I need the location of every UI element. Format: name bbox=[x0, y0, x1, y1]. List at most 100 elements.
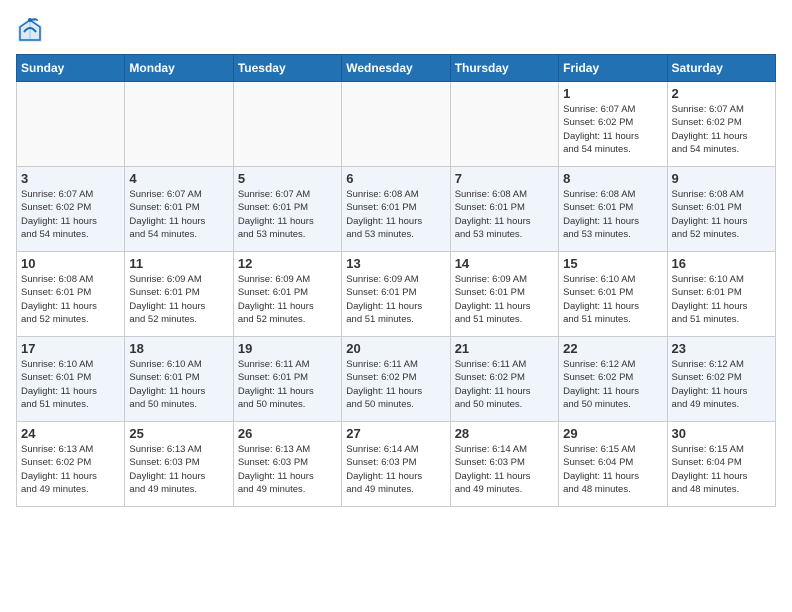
day-number: 9 bbox=[672, 171, 771, 186]
day-number: 17 bbox=[21, 341, 120, 356]
day-number: 13 bbox=[346, 256, 445, 271]
calendar-body: 1 Sunrise: 6:07 AM Sunset: 6:02 PM Daylig… bbox=[17, 82, 776, 507]
day-number: 18 bbox=[129, 341, 228, 356]
day-number: 26 bbox=[238, 426, 337, 441]
day-info: Sunrise: 6:12 AM Sunset: 6:02 PM Dayligh… bbox=[563, 358, 662, 411]
day-of-week-header: Wednesday bbox=[342, 55, 450, 82]
day-of-week-header: Sunday bbox=[17, 55, 125, 82]
day-number: 25 bbox=[129, 426, 228, 441]
calendar-cell: 19 Sunrise: 6:11 AM Sunset: 6:01 PM Dayli… bbox=[233, 337, 341, 422]
calendar-cell: 21 Sunrise: 6:11 AM Sunset: 6:02 PM Dayli… bbox=[450, 337, 558, 422]
day-number: 11 bbox=[129, 256, 228, 271]
calendar-cell: 27Sunrise: 6:14 AM Sunset: 6:03 PM Dayli… bbox=[342, 422, 450, 507]
calendar-cell: 1 Sunrise: 6:07 AM Sunset: 6:02 PM Daylig… bbox=[559, 82, 667, 167]
calendar-cell: 16 Sunrise: 6:10 AM Sunset: 6:01 PM Dayli… bbox=[667, 252, 775, 337]
day-info: Sunrise: 6:08 AM Sunset: 6:01 PM Dayligh… bbox=[346, 188, 445, 241]
day-number: 3 bbox=[21, 171, 120, 186]
calendar-cell: 25 Sunrise: 6:13 AM Sunset: 6:03 PM Dayli… bbox=[125, 422, 233, 507]
day-number: 22 bbox=[563, 341, 662, 356]
day-info: Sunrise: 6:08 AM Sunset: 6:01 PM Dayligh… bbox=[455, 188, 554, 241]
calendar-cell bbox=[125, 82, 233, 167]
day-info: Sunrise: 6:13 AM Sunset: 6:03 PM Dayligh… bbox=[238, 443, 337, 496]
calendar-cell: 3 Sunrise: 6:07 AM Sunset: 6:02 PM Daylig… bbox=[17, 167, 125, 252]
day-header-row: SundayMondayTuesdayWednesdayThursdayFrid… bbox=[17, 55, 776, 82]
logo-icon bbox=[16, 16, 44, 44]
day-number: 8 bbox=[563, 171, 662, 186]
day-number: 16 bbox=[672, 256, 771, 271]
calendar-cell: 10Sunrise: 6:08 AM Sunset: 6:01 PM Dayli… bbox=[17, 252, 125, 337]
calendar-cell: 22 Sunrise: 6:12 AM Sunset: 6:02 PM Dayli… bbox=[559, 337, 667, 422]
calendar-cell bbox=[17, 82, 125, 167]
day-info: Sunrise: 6:11 AM Sunset: 6:01 PM Dayligh… bbox=[238, 358, 337, 411]
calendar-table: SundayMondayTuesdayWednesdayThursdayFrid… bbox=[16, 54, 776, 507]
day-number: 28 bbox=[455, 426, 554, 441]
day-info: Sunrise: 6:07 AM Sunset: 6:01 PM Dayligh… bbox=[238, 188, 337, 241]
calendar-cell: 17 Sunrise: 6:10 AM Sunset: 6:01 PM Dayli… bbox=[17, 337, 125, 422]
day-info: Sunrise: 6:15 AM Sunset: 6:04 PM Dayligh… bbox=[563, 443, 662, 496]
day-info: Sunrise: 6:08 AM Sunset: 6:01 PM Dayligh… bbox=[21, 273, 120, 326]
day-number: 4 bbox=[129, 171, 228, 186]
day-number: 29 bbox=[563, 426, 662, 441]
day-info: Sunrise: 6:07 AM Sunset: 6:02 PM Dayligh… bbox=[21, 188, 120, 241]
day-info: Sunrise: 6:10 AM Sunset: 6:01 PM Dayligh… bbox=[21, 358, 120, 411]
day-info: Sunrise: 6:08 AM Sunset: 6:01 PM Dayligh… bbox=[563, 188, 662, 241]
calendar-cell: 23 Sunrise: 6:12 AM Sunset: 6:02 PM Dayli… bbox=[667, 337, 775, 422]
calendar-cell: 9Sunrise: 6:08 AM Sunset: 6:01 PM Daylig… bbox=[667, 167, 775, 252]
calendar-cell: 30 Sunrise: 6:15 AM Sunset: 6:04 PM Dayli… bbox=[667, 422, 775, 507]
calendar-cell: 28 Sunrise: 6:14 AM Sunset: 6:03 PM Dayli… bbox=[450, 422, 558, 507]
calendar-cell bbox=[342, 82, 450, 167]
day-info: Sunrise: 6:12 AM Sunset: 6:02 PM Dayligh… bbox=[672, 358, 771, 411]
calendar-cell: 18 Sunrise: 6:10 AM Sunset: 6:01 PM Dayli… bbox=[125, 337, 233, 422]
day-info: Sunrise: 6:07 AM Sunset: 6:02 PM Dayligh… bbox=[672, 103, 771, 156]
calendar-cell: 15Sunrise: 6:10 AM Sunset: 6:01 PM Dayli… bbox=[559, 252, 667, 337]
day-info: Sunrise: 6:11 AM Sunset: 6:02 PM Dayligh… bbox=[455, 358, 554, 411]
calendar-cell: 6 Sunrise: 6:08 AM Sunset: 6:01 PM Daylig… bbox=[342, 167, 450, 252]
calendar-cell: 14Sunrise: 6:09 AM Sunset: 6:01 PM Dayli… bbox=[450, 252, 558, 337]
day-info: Sunrise: 6:09 AM Sunset: 6:01 PM Dayligh… bbox=[238, 273, 337, 326]
day-number: 30 bbox=[672, 426, 771, 441]
calendar-cell: 20 Sunrise: 6:11 AM Sunset: 6:02 PM Dayli… bbox=[342, 337, 450, 422]
day-of-week-header: Tuesday bbox=[233, 55, 341, 82]
week-row: 17 Sunrise: 6:10 AM Sunset: 6:01 PM Dayli… bbox=[17, 337, 776, 422]
day-of-week-header: Thursday bbox=[450, 55, 558, 82]
calendar-cell: 8 Sunrise: 6:08 AM Sunset: 6:01 PM Daylig… bbox=[559, 167, 667, 252]
calendar-cell: 11 Sunrise: 6:09 AM Sunset: 6:01 PM Dayli… bbox=[125, 252, 233, 337]
day-number: 2 bbox=[672, 86, 771, 101]
day-info: Sunrise: 6:10 AM Sunset: 6:01 PM Dayligh… bbox=[563, 273, 662, 326]
calendar-cell: 12 Sunrise: 6:09 AM Sunset: 6:01 PM Dayli… bbox=[233, 252, 341, 337]
day-info: Sunrise: 6:07 AM Sunset: 6:02 PM Dayligh… bbox=[563, 103, 662, 156]
day-info: Sunrise: 6:13 AM Sunset: 6:03 PM Dayligh… bbox=[129, 443, 228, 496]
day-number: 7 bbox=[455, 171, 554, 186]
day-number: 24 bbox=[21, 426, 120, 441]
day-info: Sunrise: 6:07 AM Sunset: 6:01 PM Dayligh… bbox=[129, 188, 228, 241]
day-info: Sunrise: 6:11 AM Sunset: 6:02 PM Dayligh… bbox=[346, 358, 445, 411]
week-row: 24Sunrise: 6:13 AM Sunset: 6:02 PM Dayli… bbox=[17, 422, 776, 507]
calendar-cell: 4 Sunrise: 6:07 AM Sunset: 6:01 PM Daylig… bbox=[125, 167, 233, 252]
day-info: Sunrise: 6:14 AM Sunset: 6:03 PM Dayligh… bbox=[455, 443, 554, 496]
week-row: 1 Sunrise: 6:07 AM Sunset: 6:02 PM Daylig… bbox=[17, 82, 776, 167]
calendar-cell: 13 Sunrise: 6:09 AM Sunset: 6:01 PM Dayli… bbox=[342, 252, 450, 337]
day-info: Sunrise: 6:09 AM Sunset: 6:01 PM Dayligh… bbox=[346, 273, 445, 326]
day-number: 21 bbox=[455, 341, 554, 356]
day-info: Sunrise: 6:10 AM Sunset: 6:01 PM Dayligh… bbox=[129, 358, 228, 411]
calendar-cell: 2 Sunrise: 6:07 AM Sunset: 6:02 PM Daylig… bbox=[667, 82, 775, 167]
calendar-cell: 29 Sunrise: 6:15 AM Sunset: 6:04 PM Dayli… bbox=[559, 422, 667, 507]
day-number: 27 bbox=[346, 426, 445, 441]
day-info: Sunrise: 6:09 AM Sunset: 6:01 PM Dayligh… bbox=[129, 273, 228, 326]
week-row: 10Sunrise: 6:08 AM Sunset: 6:01 PM Dayli… bbox=[17, 252, 776, 337]
day-info: Sunrise: 6:10 AM Sunset: 6:01 PM Dayligh… bbox=[672, 273, 771, 326]
day-number: 20 bbox=[346, 341, 445, 356]
day-of-week-header: Saturday bbox=[667, 55, 775, 82]
week-row: 3 Sunrise: 6:07 AM Sunset: 6:02 PM Daylig… bbox=[17, 167, 776, 252]
day-number: 19 bbox=[238, 341, 337, 356]
calendar-cell bbox=[450, 82, 558, 167]
day-of-week-header: Monday bbox=[125, 55, 233, 82]
page-header bbox=[16, 16, 776, 44]
day-number: 23 bbox=[672, 341, 771, 356]
day-number: 6 bbox=[346, 171, 445, 186]
calendar-cell: 5 Sunrise: 6:07 AM Sunset: 6:01 PM Daylig… bbox=[233, 167, 341, 252]
day-number: 1 bbox=[563, 86, 662, 101]
day-number: 5 bbox=[238, 171, 337, 186]
day-info: Sunrise: 6:15 AM Sunset: 6:04 PM Dayligh… bbox=[672, 443, 771, 496]
day-number: 12 bbox=[238, 256, 337, 271]
